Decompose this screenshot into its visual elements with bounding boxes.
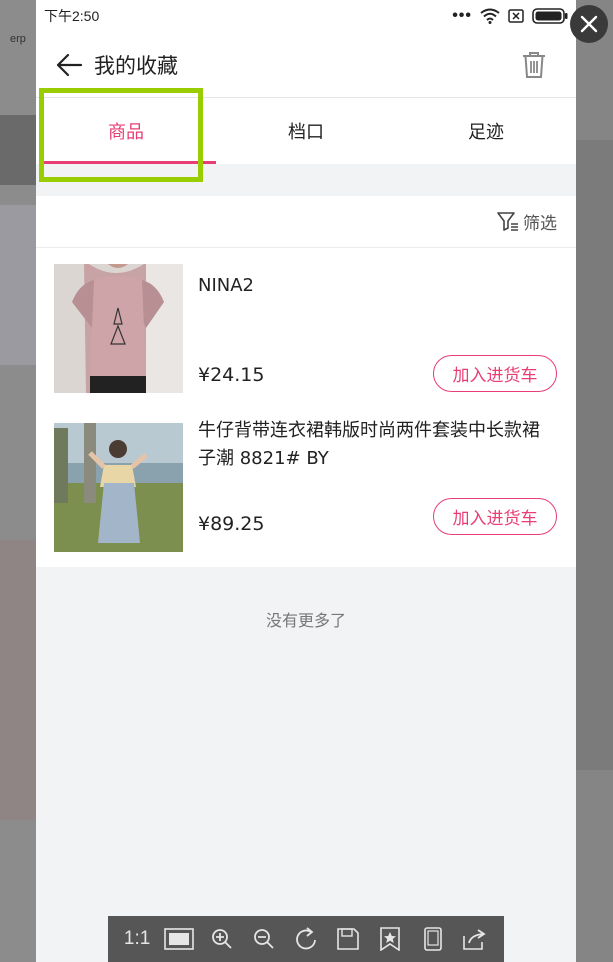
tab-history[interactable]: 足迹 bbox=[396, 98, 576, 164]
tab-stalls[interactable]: 档口 bbox=[216, 98, 396, 164]
product-title[interactable]: NINA2 bbox=[198, 272, 556, 300]
add-to-cart-button[interactable]: 加入进货车 bbox=[433, 498, 557, 535]
background-app-left: erp bbox=[0, 0, 36, 962]
image-viewer-toolbar: 1:1 bbox=[108, 916, 504, 962]
tab-label: 足迹 bbox=[468, 122, 504, 143]
tab-label: 档口 bbox=[288, 122, 324, 143]
battery-icon bbox=[532, 8, 568, 24]
status-icons: ••• bbox=[452, 7, 568, 25]
rotate-icon[interactable] bbox=[291, 924, 321, 954]
wifi-icon bbox=[480, 8, 500, 24]
filter-button[interactable]: 筛选 bbox=[497, 209, 557, 234]
filter-label: 筛选 bbox=[523, 214, 557, 234]
background-image bbox=[0, 205, 36, 365]
save-icon[interactable] bbox=[333, 924, 363, 954]
trash-icon[interactable] bbox=[514, 45, 554, 85]
tab-bar: 商品 档口 足迹 bbox=[36, 98, 576, 164]
tab-label: 商品 bbox=[108, 122, 144, 143]
filter-icon bbox=[497, 211, 518, 231]
close-icon[interactable] bbox=[570, 5, 608, 43]
back-arrow-icon[interactable] bbox=[48, 44, 90, 86]
actual-size-button[interactable]: 1:1 bbox=[122, 924, 152, 954]
phone-screen: 下午2:50 ••• 我的收藏 商品 档口 足迹 筛选 NINA2 ¥24.15… bbox=[36, 0, 576, 962]
bookmark-star-icon[interactable] bbox=[375, 924, 405, 954]
zoom-out-icon[interactable] bbox=[249, 924, 279, 954]
status-bar: 下午2:50 ••• bbox=[36, 0, 576, 32]
list-item[interactable]: NINA2 ¥24.15 加入进货车 bbox=[36, 248, 576, 407]
section-gap bbox=[36, 164, 576, 196]
zoom-in-icon[interactable] bbox=[207, 924, 237, 954]
list-item[interactable]: 牛仔背带连衣裙韩版时尚两件套装中长款裙子潮 8821# BY ¥89.25 加入… bbox=[36, 407, 576, 567]
share-icon[interactable] bbox=[460, 924, 490, 954]
device-icon[interactable] bbox=[418, 924, 448, 954]
background-image bbox=[576, 140, 613, 770]
product-title[interactable]: 牛仔背带连衣裙韩版时尚两件套装中长款裙子潮 8821# BY bbox=[198, 417, 556, 473]
filter-row: 筛选 bbox=[36, 196, 576, 248]
header-bar: 我的收藏 bbox=[36, 32, 576, 98]
product-image[interactable] bbox=[54, 264, 183, 393]
product-image[interactable] bbox=[54, 423, 183, 552]
product-price: ¥89.25 bbox=[198, 513, 265, 535]
tab-products[interactable]: 商品 bbox=[36, 98, 216, 164]
product-price: ¥24.15 bbox=[198, 364, 265, 386]
background-image bbox=[0, 115, 36, 185]
page-title: 我的收藏 bbox=[94, 53, 178, 78]
background-app-right bbox=[576, 0, 613, 962]
product-list: NINA2 ¥24.15 加入进货车 牛仔背带连衣裙韩版时尚两件套装中长款裙子潮 bbox=[36, 248, 576, 567]
sim-card-icon bbox=[508, 9, 524, 23]
fit-screen-icon[interactable] bbox=[164, 924, 195, 954]
add-to-cart-button[interactable]: 加入进货车 bbox=[433, 355, 557, 392]
background-image bbox=[0, 540, 36, 820]
more-dots-icon: ••• bbox=[452, 7, 472, 24]
status-time: 下午2:50 bbox=[44, 8, 100, 24]
background-tab-label: erp bbox=[10, 33, 26, 45]
no-more-text: 没有更多了 bbox=[265, 611, 346, 630]
